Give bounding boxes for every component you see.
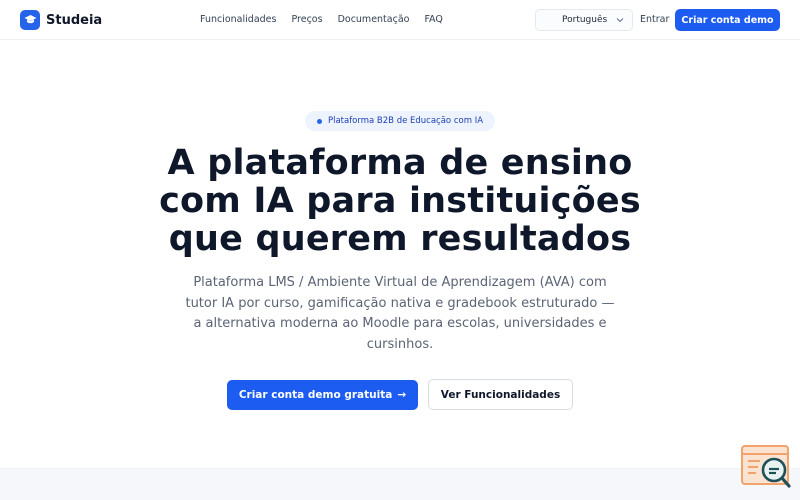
hero-subtitle-line: tutor IA por curso, gamificação nativa e… [185, 295, 615, 311]
hero-subtitle-line: a alternativa moderna ao Moodle para esc… [193, 316, 607, 331]
main-nav: Funcionalidades Preços Documentação FAQ [200, 14, 443, 25]
brand-name: Studeia [46, 12, 103, 28]
language-value: Português [562, 15, 608, 25]
nav-link-precos[interactable]: Preços [291, 14, 322, 25]
hero-title: A plataforma de ensino com IA para insti… [100, 144, 700, 258]
nav-link-funcionalidades[interactable]: Funcionalidades [200, 14, 276, 25]
chevron-down-icon [616, 16, 624, 25]
nav-link-faq[interactable]: FAQ [424, 14, 442, 25]
hero-subtitle: Plataforma LMS / Ambiente Virtual de Apr… [180, 273, 620, 355]
cta-primary-label: Criar conta demo gratuita [238, 389, 393, 401]
search-chat-icon[interactable] [740, 445, 792, 489]
arrow-right-icon: → [397, 389, 407, 401]
cta-view-features-button[interactable]: Ver Funcionalidades [428, 379, 573, 410]
hero-subtitle-line: Plataforma LMS / Ambiente Virtual de Apr… [193, 275, 607, 290]
hero-title-line: que querem resultados [168, 219, 632, 259]
brand[interactable]: Studeia [20, 10, 102, 30]
language-select[interactable]: Português [535, 9, 633, 31]
next-section-edge [0, 468, 800, 500]
graduation-cap-icon [20, 10, 40, 30]
hero-title-line: A plataforma de ensino [167, 143, 633, 183]
hero-subtitle-line: cursinhos. [366, 336, 434, 352]
badge-dot-icon [316, 118, 322, 124]
nav-link-documentacao[interactable]: Documentação [338, 14, 410, 25]
create-demo-account-button[interactable]: Criar conta demo [675, 9, 780, 31]
hero-badge-label: Plataforma B2B de Educação com IA [327, 116, 484, 126]
top-navbar: Studeia Funcionalidades Preços Documenta… [0, 0, 800, 40]
cta-create-free-demo-button[interactable]: Criar conta demo gratuita → [227, 380, 418, 410]
page-background: Studeia Funcionalidades Preços Documenta… [0, 0, 800, 468]
hero-title-line: com IA para instituições [159, 181, 641, 221]
login-link[interactable]: Entrar [640, 14, 669, 25]
hero-badge: Plataforma B2B de Educação com IA [305, 111, 495, 131]
